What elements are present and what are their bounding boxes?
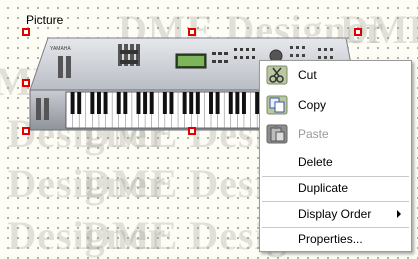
selection-handle[interactable] bbox=[22, 79, 30, 87]
copy-icon bbox=[266, 95, 288, 115]
menu-item-delete[interactable]: Delete bbox=[260, 150, 411, 174]
submenu-arrow-icon bbox=[397, 210, 401, 218]
brand-logo: YAMAHA bbox=[50, 46, 71, 52]
menu-item-label: Copy bbox=[298, 98, 327, 112]
menu-item-duplicate[interactable]: Duplicate bbox=[260, 176, 411, 200]
selection-handle[interactable] bbox=[354, 28, 362, 36]
menu-item-display-order[interactable]: Display Order bbox=[260, 202, 411, 226]
menu-item-label: Paste bbox=[298, 127, 329, 141]
menu-item-copy[interactable]: Copy bbox=[260, 93, 411, 117]
watermark: DME Designer bbox=[0, 161, 167, 206]
menu-item-label: Display Order bbox=[298, 207, 372, 221]
menu-item-label: Duplicate bbox=[298, 181, 349, 195]
picture-label: Picture bbox=[26, 13, 64, 27]
paste-icon bbox=[266, 124, 288, 144]
menu-item-label: Properties... bbox=[298, 232, 363, 246]
watermark: DME Designer bbox=[0, 213, 167, 258]
menu-item-properties[interactable]: Properties... bbox=[260, 227, 411, 251]
context-menu: Cut Copy Paste Delete Duplicate Display … bbox=[259, 60, 412, 252]
selection-handle[interactable] bbox=[188, 28, 196, 36]
selection-handle[interactable] bbox=[22, 28, 30, 36]
menu-item-paste[interactable]: Paste bbox=[260, 122, 411, 146]
selection-handle[interactable] bbox=[22, 127, 30, 135]
menu-item-label: Cut bbox=[298, 68, 317, 82]
scissors-icon bbox=[266, 65, 288, 85]
menu-item-label: Delete bbox=[298, 155, 333, 169]
menu-item-cut[interactable]: Cut bbox=[260, 63, 411, 87]
selection-handle[interactable] bbox=[188, 127, 196, 135]
